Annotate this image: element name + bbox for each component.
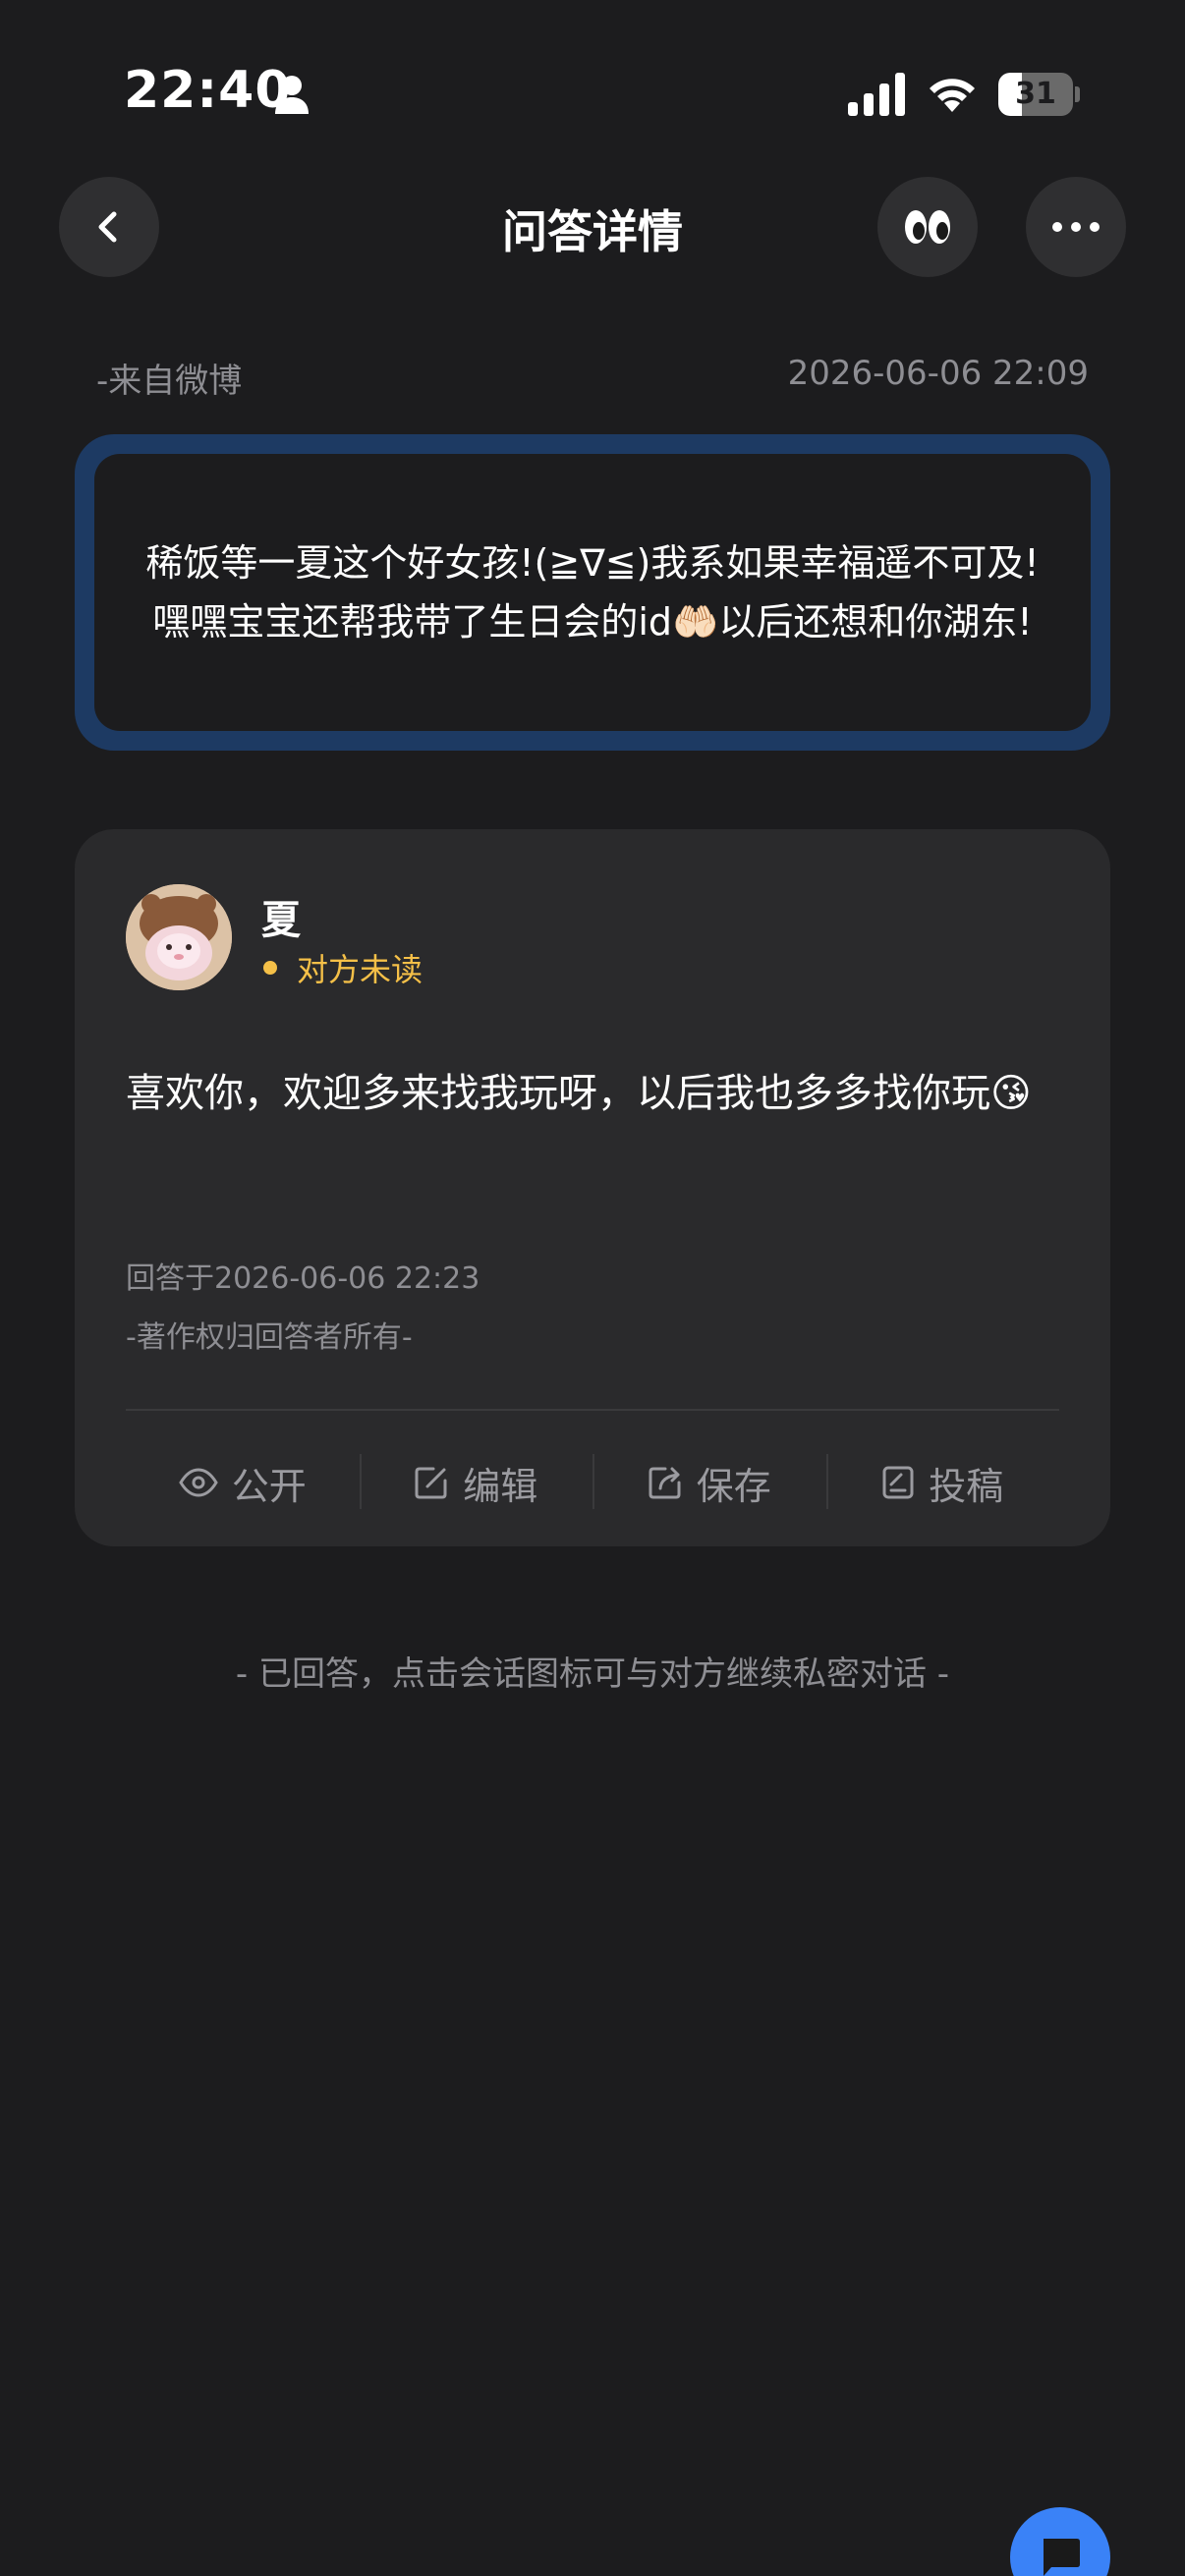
avatar[interactable] — [126, 884, 232, 990]
edit-icon — [415, 1467, 447, 1499]
question-time: 2026-06-06 22:09 — [787, 354, 1089, 393]
more-dots-icon — [1052, 222, 1100, 232]
more-button[interactable] — [1026, 177, 1126, 277]
footer-hint: - 已回答，点击会话图标可与对方继续私密对话 - — [235, 1654, 950, 1694]
battery-level: 31 — [1015, 77, 1056, 111]
question-source: -来自微博 — [96, 362, 243, 401]
status-time: 22:40 — [124, 61, 292, 120]
answer-card: 夏 对方未读 喜欢你，欢迎多来找我玩呀，以后我也多多找你玩😘 回答于2026-0… — [75, 829, 1110, 1546]
submit-label: 投稿 — [929, 1464, 1004, 1508]
answer-text: 喜欢你，欢迎多来找我玩呀，以后我也多多找你玩😘 — [126, 1071, 1032, 1116]
answered-at: 回答于2026-06-06 22:23 — [126, 1261, 480, 1296]
cellular-signal-icon — [848, 73, 905, 116]
status-bar: 22:40 31 — [0, 0, 1185, 157]
public-button[interactable]: 公开 — [126, 1419, 360, 1546]
chat-bubble-icon — [1044, 2539, 1080, 2576]
eye-icon — [178, 1468, 218, 1497]
edit-button[interactable]: 编辑 — [359, 1419, 593, 1546]
edit-label: 编辑 — [463, 1464, 538, 1508]
question-text: 稀饭等一夏这个好女孩!(≧∇≦)我系如果幸福遥不可及!嘿嘿宝宝还帮我带了生日会的… — [145, 541, 1040, 644]
action-bar: 公开 编辑 保存 投稿 — [126, 1419, 1059, 1546]
nav-bar: 问答详情 — [0, 157, 1185, 324]
public-label: 公开 — [231, 1464, 307, 1508]
peek-button[interactable] — [877, 177, 978, 277]
page: 22:40 31 问答详情 -来自微博 2026-06-06 22:09 稀饭等… — [0, 0, 1185, 2576]
content: -来自微博 2026-06-06 22:09 稀饭等一夏这个好女孩!(≧∇≦)我… — [0, 324, 1185, 2576]
battery-indicator: 31 — [998, 73, 1080, 116]
chat-button[interactable] — [1010, 2507, 1110, 2576]
submit-icon — [882, 1466, 914, 1499]
read-status: 对方未读 — [297, 951, 423, 988]
export-icon — [649, 1467, 681, 1499]
save-label: 保存 — [696, 1464, 771, 1508]
divider — [126, 1409, 1059, 1411]
person-icon — [275, 76, 309, 114]
question-card: 稀饭等一夏这个好女孩!(≧∇≦)我系如果幸福遥不可及!嘿嘿宝宝还帮我带了生日会的… — [75, 434, 1110, 751]
user-name: 夏 — [261, 898, 301, 943]
submit-button[interactable]: 投稿 — [825, 1419, 1060, 1546]
wifi-icon — [930, 79, 975, 112]
avatar-image — [126, 884, 232, 990]
eyes-emoji-icon — [905, 210, 950, 244]
page-title: 问答详情 — [502, 205, 683, 258]
unread-dot — [263, 961, 277, 975]
copyright-note: -著作权归回答者所有- — [126, 1320, 413, 1355]
save-button[interactable]: 保存 — [592, 1419, 826, 1546]
